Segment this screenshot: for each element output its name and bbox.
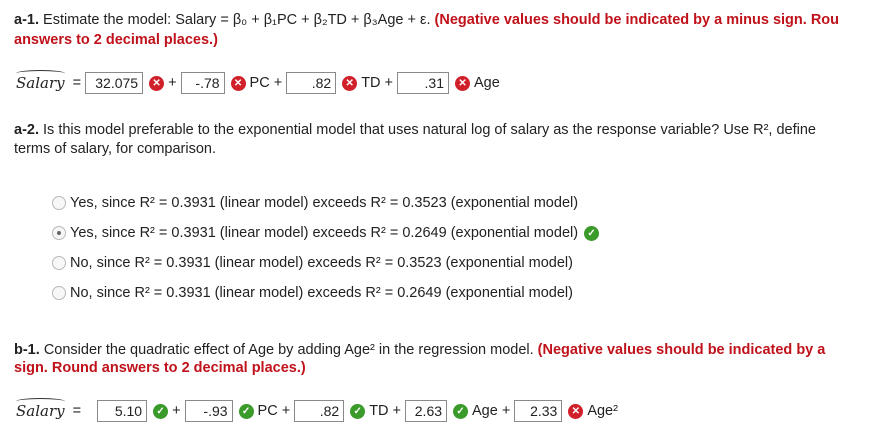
- b1-age2-coef-input[interactable]: 2.33: [514, 400, 563, 422]
- a1-pc-label: PC +: [249, 75, 283, 91]
- a1-plus: +: [168, 75, 177, 91]
- b1-instruction-line2: sign. Round answers to 2 decimal places.…: [14, 360, 306, 376]
- a2-label: a-2.: [14, 122, 39, 138]
- b1-pc-coef-input[interactable]: -.93: [184, 400, 233, 422]
- b1-age-coef-input[interactable]: 2.63: [405, 400, 448, 422]
- a1-equals: =: [72, 75, 82, 91]
- check-circle-icon: ✓: [153, 403, 169, 419]
- radio-button[interactable]: [52, 256, 66, 270]
- x-circle-icon: ✕: [342, 75, 358, 91]
- x-circle-icon: ✕: [455, 75, 471, 91]
- check-circle-icon: ✓: [584, 225, 600, 241]
- a2-option-1[interactable]: Yes, since R² = 0.3931 (linear model) ex…: [52, 195, 578, 211]
- a1-pc-coef-input[interactable]: -.78: [180, 72, 225, 94]
- b1-pc-label: PC +: [257, 403, 291, 419]
- a2-question-text: Is this model preferable to the exponent…: [43, 122, 816, 138]
- b1-label: b-1.: [14, 342, 40, 358]
- a1-question: a-1. Estimate the model: Salary = β₀ + β…: [14, 12, 839, 28]
- a1-question-text: Estimate the model: Salary = β₀ + β₁PC +…: [43, 12, 431, 28]
- a2-option-4-text: No, since R² = 0.3931 (linear model) exc…: [70, 285, 573, 301]
- a1-equation: Salary = 32.075 ✕ + -.78 ✕ PC + .82 ✕ TD…: [16, 70, 504, 94]
- a1-age-coef-input[interactable]: .31: [397, 72, 450, 94]
- radio-button[interactable]: [52, 196, 66, 210]
- b1-question-text: Consider the quadratic effect of Age by …: [43, 342, 534, 358]
- check-circle-icon: ✓: [453, 403, 469, 419]
- a2-question-line2: terms of salary, for comparison.: [14, 141, 216, 157]
- a1-instruction-line2: answers to 2 decimal places.): [14, 32, 218, 48]
- b1-instruction-line1: (Negative values should be indicated by …: [537, 342, 826, 358]
- a2-question-line1: a-2. Is this model preferable to the exp…: [14, 122, 816, 138]
- a2-option-1-text: Yes, since R² = 0.3931 (linear model) ex…: [70, 195, 579, 211]
- x-circle-icon: ✕: [230, 75, 246, 91]
- a1-td-label: TD +: [361, 75, 394, 91]
- x-circle-icon: ✕: [568, 403, 584, 419]
- a1-intercept-input[interactable]: 32.075: [85, 72, 144, 94]
- b1-intercept-input[interactable]: 5.10: [97, 400, 148, 422]
- b1-td-coef-input[interactable]: .82: [294, 400, 345, 422]
- b1-question: b-1. Consider the quadratic effect of Ag…: [14, 342, 825, 358]
- a2-option-2-text: Yes, since R² = 0.3931 (linear model) ex…: [70, 225, 579, 241]
- a1-td-coef-input[interactable]: .82: [286, 72, 337, 94]
- b1-equals: =: [72, 403, 82, 419]
- a1-age-label: Age: [474, 75, 500, 91]
- b1-plus: +: [172, 403, 181, 419]
- radio-button-selected[interactable]: [52, 226, 66, 240]
- b1-age2-label: Age²: [587, 403, 618, 419]
- check-circle-icon: ✓: [350, 403, 366, 419]
- a1-salary-hat: Salary: [16, 70, 65, 92]
- a2-option-3-text: No, since R² = 0.3931 (linear model) exc…: [70, 255, 573, 271]
- b1-td-label: TD +: [369, 403, 402, 419]
- a2-option-4[interactable]: No, since R² = 0.3931 (linear model) exc…: [52, 285, 573, 301]
- a1-instruction-line1: (Negative values should be indicated by …: [434, 12, 840, 28]
- a2-option-3[interactable]: No, since R² = 0.3931 (linear model) exc…: [52, 255, 573, 271]
- a2-option-2[interactable]: Yes, since R² = 0.3931 (linear model) ex…: [52, 225, 600, 241]
- b1-equation: Salary = 5.10 ✓ + -.93 ✓ PC + .82 ✓ TD +…: [16, 398, 622, 422]
- b1-age-label: Age +: [472, 403, 511, 419]
- a1-label: a-1.: [14, 12, 39, 28]
- radio-button[interactable]: [52, 286, 66, 300]
- b1-salary-hat: Salary: [16, 398, 65, 420]
- check-circle-icon: ✓: [238, 403, 254, 419]
- x-circle-icon: ✕: [149, 75, 165, 91]
